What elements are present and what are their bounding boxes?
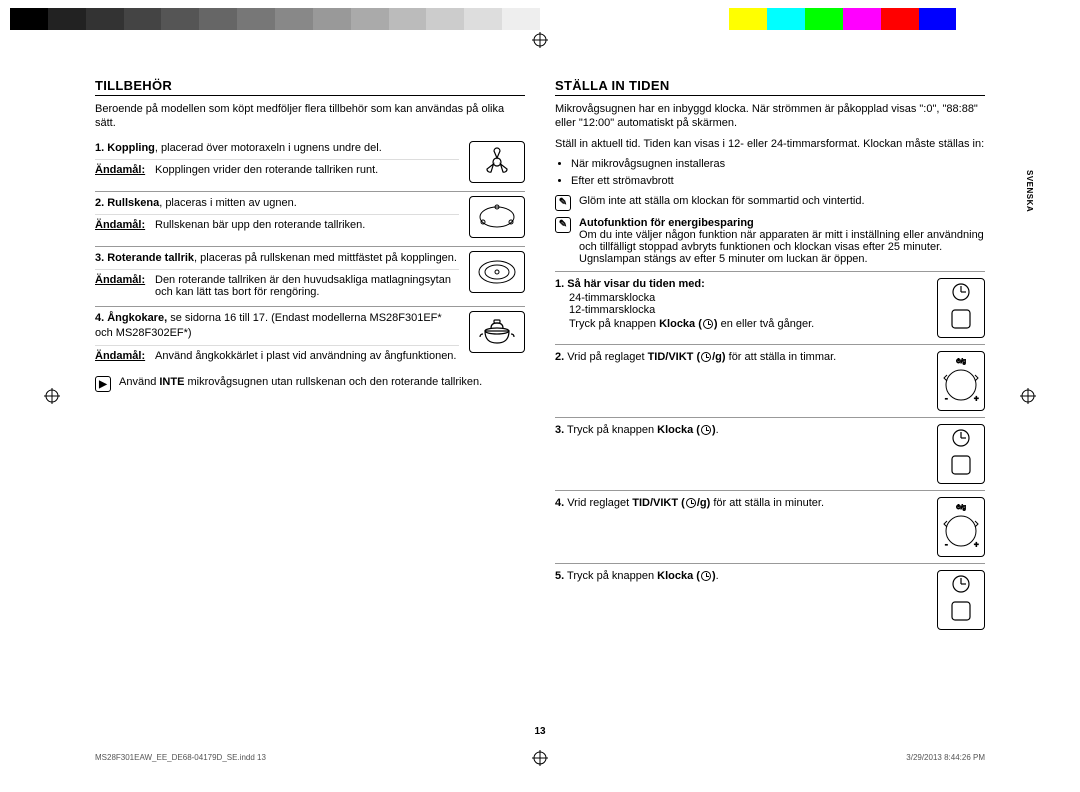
purpose-label: Ändamål: (95, 219, 147, 231)
time-step: 4. Vrid reglaget TID/VIKT (/g) för att s… (555, 490, 985, 563)
left-column: TILLBEHÖR Beroende på modellen som köpt … (95, 78, 525, 722)
svg-text:-: - (945, 394, 948, 403)
registration-mark-icon (44, 388, 60, 404)
warning-note: ▶ Använd INTE mikrovågsugnen utan rullsk… (95, 376, 525, 392)
registration-mark-icon (532, 750, 548, 766)
right-column: STÄLLA IN TIDEN Mikrovågsugnen har en in… (555, 78, 985, 722)
purpose-text: Kopplingen vrider den roterande tallrike… (155, 164, 378, 176)
footer-timestamp: 3/29/2013 8:44:26 PM (906, 753, 985, 762)
warning-icon: ▶ (95, 376, 111, 392)
bullet-item: Efter ett strömavbrott (571, 174, 985, 189)
accessories-intro: Beroende på modellen som köpt medföljer … (95, 102, 525, 131)
note-icon: ✎ (555, 217, 571, 233)
accessory-item: 3. Roterande tallrik, placeras på rullsk… (95, 246, 525, 307)
accessory-illustration (469, 196, 525, 238)
settime-bullets: När mikrovågsugnen installeras Efter ett… (555, 157, 985, 189)
language-tab: SVENSKA (1025, 170, 1034, 212)
accessory-illustration (469, 311, 525, 353)
clock-icon (701, 425, 711, 435)
purpose-label: Ändamål: (95, 350, 147, 362)
button-panel-illustration (937, 424, 985, 484)
info-note-dst: ✎ Glöm inte att ställa om klockan för so… (555, 195, 985, 211)
accessory-illustration (469, 251, 525, 293)
page-number: 13 (534, 726, 545, 737)
accessory-illustration (469, 141, 525, 183)
note-body: Om du inte väljer någon funktion när app… (579, 229, 985, 265)
svg-text:⏱/g: ⏱/g (956, 358, 966, 365)
print-color-bar (10, 8, 1070, 30)
time-step: 3. Tryck på knappen Klocka (). (555, 417, 985, 490)
section-title-settime: STÄLLA IN TIDEN (555, 78, 985, 96)
clock-icon (703, 319, 713, 329)
settime-intro1: Mikrovågsugnen har en inbyggd klocka. Nä… (555, 102, 985, 131)
svg-text:-: - (945, 540, 948, 549)
purpose-text: Använd ångkokkärlet i plast vid användni… (155, 350, 457, 362)
accessory-item: 1. Koppling, placerad över motoraxeln i … (95, 137, 525, 191)
purpose-label: Ändamål: (95, 274, 147, 298)
time-step: 1. Så här visar du tiden med: 24-timmars… (555, 271, 985, 344)
note-icon: ✎ (555, 195, 571, 211)
section-title-accessories: TILLBEHÖR (95, 78, 525, 96)
purpose-label: Ändamål: (95, 164, 147, 176)
svg-text:+: + (974, 394, 979, 403)
page-content: TILLBEHÖR Beroende på modellen som köpt … (95, 78, 985, 722)
clock-icon (686, 498, 696, 508)
accessory-item: 4. Ångkokare, se sidorna 16 till 17. (En… (95, 306, 525, 370)
knob-panel-illustration: ⏱/g - + (937, 497, 985, 557)
warning-text: Använd INTE mikrovågsugnen utan rullsken… (119, 376, 482, 388)
clock-icon (701, 352, 711, 362)
button-panel-illustration (937, 570, 985, 630)
time-step: 5. Tryck på knappen Klocka (). (555, 563, 985, 636)
knob-panel-illustration: ⏱/g - + (937, 351, 985, 411)
purpose-text: Den roterande tallriken är den huvudsakl… (155, 274, 459, 298)
clock-icon (701, 571, 711, 581)
note-text: Glöm inte att ställa om klockan för somm… (579, 195, 865, 207)
registration-mark-icon (532, 32, 548, 48)
info-note-autosave: ✎ Autofunktion för energibesparing Om du… (555, 217, 985, 265)
svg-text:+: + (974, 540, 979, 549)
settime-intro2: Ställ in aktuell tid. Tiden kan visas i … (555, 137, 985, 151)
svg-text:⏱/g: ⏱/g (956, 504, 966, 511)
accessory-item: 2. Rullskena, placeras i mitten av ugnen… (95, 191, 525, 246)
purpose-text: Rullskenan bär upp den roterande tallrik… (155, 219, 365, 231)
button-panel-illustration (937, 278, 985, 338)
footer-filename: MS28F301EAW_EE_DE68-04179D_SE.indd 13 (95, 753, 266, 762)
bullet-item: När mikrovågsugnen installeras (571, 157, 985, 172)
time-step: 2. Vrid på reglaget TID/VIKT (/g) för at… (555, 344, 985, 417)
note-title: Autofunktion för energibesparing (579, 217, 985, 229)
registration-mark-icon (1020, 388, 1036, 404)
